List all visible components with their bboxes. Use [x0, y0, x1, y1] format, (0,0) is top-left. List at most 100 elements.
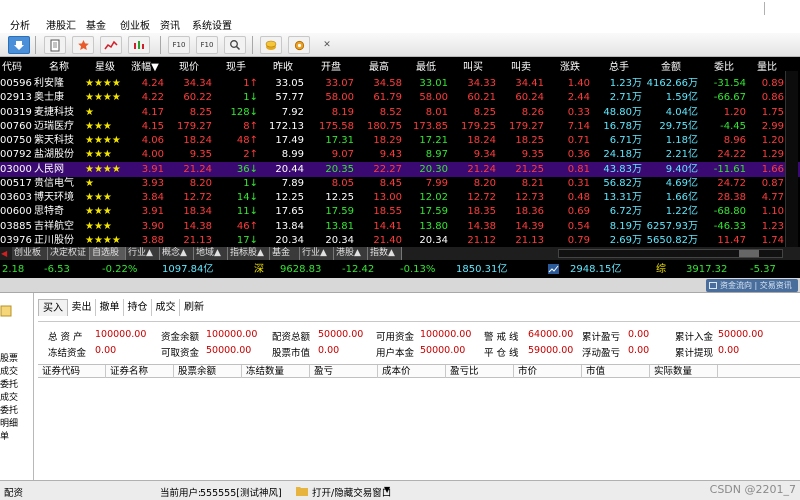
col-open-header[interactable]: 开盘 [308, 60, 354, 75]
nav-item[interactable]: 股票 [0, 351, 18, 364]
col-header[interactable]: 证券名称 [106, 365, 174, 378]
col-change-header[interactable]: 涨跌 [550, 60, 590, 75]
candle-chart-icon[interactable] [128, 36, 150, 54]
sheet-tab[interactable]: 决定权证 [48, 247, 90, 260]
window-control[interactable] [764, 2, 786, 15]
col-prev-close-header[interactable]: 昨收 [262, 60, 304, 75]
menu-fund[interactable]: 基金 [86, 17, 106, 32]
col-ask-cell: 18.36 [515, 206, 544, 218]
quote-row[interactable]: 00596 利安隆 ★★★★ 4.24 34.34 1↑ 33.05 33.07 34.58 33… [0, 76, 800, 91]
magnifier-icon[interactable] [224, 36, 246, 54]
tab-refresh[interactable]: 刷新 [180, 299, 208, 316]
tab-sell[interactable]: 卖出 [68, 299, 96, 316]
col-price-cell: 9.35 [189, 149, 212, 161]
col-total-hands-header[interactable]: 总手 [596, 60, 642, 75]
col-header[interactable]: 冻结数量 [242, 365, 310, 378]
sheet-tab[interactable]: 行业▲ [126, 247, 160, 260]
col-stars-header[interactable]: 星级 [85, 60, 125, 75]
current-user-value: 555555[测试神风] [200, 488, 282, 499]
sheet-tab[interactable]: 概念▲ [160, 247, 194, 260]
menu-news[interactable]: 资讯 [160, 17, 180, 32]
col-low-header[interactable]: 最低 [404, 60, 448, 75]
positions-table-body[interactable] [38, 379, 800, 480]
menu-chinext[interactable]: 创业板 [120, 17, 150, 32]
col-header[interactable]: 市价 [514, 365, 582, 378]
col-code-cell: 03976 [0, 234, 32, 246]
tab-positions[interactable]: 持仓 [124, 299, 152, 316]
col-change-pct-header[interactable]: 涨幅▼ [126, 60, 164, 75]
col-header[interactable]: 市值 [582, 365, 650, 378]
tab-scroll-left-icon[interactable]: ◀ [1, 247, 7, 260]
quote-row[interactable]: 03603 博天环境 ★★★ 3.84 12.72 14↓ 12.25 12.25 13.00 1… [0, 190, 800, 205]
nav-item[interactable]: 委托 [0, 377, 18, 390]
col-low-cell: 33.01 [419, 78, 448, 89]
nav-item[interactable]: 明细 [0, 416, 18, 429]
sheet-tab[interactable]: 地域▲ [194, 247, 228, 260]
grid-horizontal-scrollbar[interactable] [558, 249, 783, 258]
nav-item[interactable]: 委托 [0, 403, 18, 416]
col-header[interactable]: 证券代码 [38, 365, 106, 378]
quote-row[interactable]: 03976 正川股份 ★★★★ 3.88 21.13 17↓ 20.34 20.34 21.40… [0, 233, 800, 247]
col-code-header[interactable]: 代码 [0, 60, 24, 75]
col-header[interactable]: 盈亏比 [446, 365, 514, 378]
chevron-down-icon[interactable]: ▼ [384, 485, 390, 494]
gear-icon[interactable] [288, 36, 310, 54]
col-header[interactable]: 盈亏 [310, 365, 378, 378]
sheet-tab[interactable]: 指数▲ [368, 247, 402, 260]
tab-buy[interactable]: 买入 [38, 299, 68, 316]
account-label: 可取资金 [161, 348, 200, 359]
quote-row[interactable]: 00319 麦捷科技 ★ 4.17 8.25 128↓ 7.92 8.19 8.52 8.01 8.… [0, 105, 800, 120]
col-bid-header[interactable]: 叫买 [450, 60, 496, 75]
sheet-tab[interactable]: 港股▲ [334, 247, 368, 260]
col-header[interactable]: 股票余额 [174, 365, 242, 378]
quote-row[interactable]: 03885 吉祥航空 ★★★ 3.90 14.38 46↑ 13.84 13.81 14.41 1… [0, 219, 800, 234]
coins-icon[interactable] [260, 36, 282, 54]
col-high-header[interactable]: 最高 [356, 60, 402, 75]
col-prev-close-cell: 57.77 [275, 92, 304, 104]
down-arrow-icon[interactable] [8, 36, 30, 54]
menu-analysis[interactable]: 分析 [10, 17, 30, 32]
panel-info-pill[interactable]: 资金流向 | 交易资讯 [706, 279, 798, 292]
f10-icon[interactable]: F10 [168, 36, 190, 54]
col-header[interactable]: 实际数量 [650, 365, 718, 378]
sheet-tab[interactable]: 自选股 [90, 247, 126, 260]
notebook-icon[interactable] [44, 36, 66, 54]
col-open-cell: 58.00 [325, 92, 354, 104]
col-prev-close-cell: 17.65 [275, 206, 304, 218]
quote-row[interactable]: 00792 盐湖股份 ★★★ 4.00 9.35 2↑ 8.99 9.07 9.43 8.97 9.… [0, 147, 800, 162]
quote-row[interactable]: 00600 思特奇 ★★★ 3.91 18.34 11↓ 17.65 17.59 18.55 17… [0, 204, 800, 219]
col-high-cell: 34.58 [373, 78, 402, 89]
col-volume-ratio-header[interactable]: 量比 [750, 60, 784, 75]
f10-alt-icon[interactable]: F10 [196, 36, 218, 54]
sheet-tab[interactable]: 行业▲ [300, 247, 334, 260]
quote-row[interactable]: 02913 奥士康 ★★★★ 4.22 60.22 1↓ 57.77 58.00 61.79 58… [0, 90, 800, 105]
col-hand-header[interactable]: 现手 [214, 60, 258, 75]
grid-vertical-scrollbar[interactable] [785, 71, 798, 247]
col-price-header[interactable]: 现价 [166, 60, 212, 75]
nav-item[interactable]: 成交 [0, 364, 18, 377]
tab-cancel-order[interactable]: 撤单 [96, 299, 124, 316]
col-weibi-header[interactable]: 委比 [702, 60, 746, 75]
col-amount-cell: 4.69亿 [665, 177, 698, 189]
col-amount-header[interactable]: 金额 [644, 60, 698, 75]
quote-row[interactable]: 00517 贵信电气 ★ 3.93 8.20 1↓ 7.89 8.05 8.45 7.99 8.20… [0, 176, 800, 191]
col-change-pct-cell: 4.00 [141, 149, 164, 161]
toggle-trade-window-button[interactable]: 打开/隐藏交易窗口 [312, 485, 391, 499]
sheet-tab[interactable]: 创业板 [12, 247, 48, 260]
col-ask-header[interactable]: 叫卖 [498, 60, 544, 75]
menu-system-settings[interactable]: 系统设置 [192, 17, 232, 32]
nav-item[interactable]: 成交 [0, 390, 18, 403]
nav-item[interactable]: 单 [0, 429, 9, 442]
col-name-header[interactable]: 名称 [34, 60, 84, 75]
quote-row[interactable]: 00750 紫天科技 ★★★★ 4.06 18.24 48↑ 17.49 17.31 18.29… [0, 133, 800, 148]
col-header[interactable]: 成本价 [378, 365, 446, 378]
sheet-tab[interactable]: 指标股▲ [228, 247, 270, 260]
star-chart-icon[interactable] [72, 36, 94, 54]
tab-trades[interactable]: 成交 [152, 299, 180, 316]
line-chart-icon[interactable] [100, 36, 122, 54]
menu-hk-stocks[interactable]: 港股汇 [46, 17, 76, 32]
quote-row[interactable]: 00760 迈瑞医疗 ★★★ 4.15 179.27 8↑ 172.13 175.58 180.… [0, 119, 800, 134]
close-icon[interactable]: ✕ [316, 36, 338, 54]
quote-row[interactable]: 03000 人民网 ★★★★ 3.91 21.24 36↓ 20.44 20.35 22.27 2… [0, 161, 800, 177]
sheet-tab[interactable]: 基金 [270, 247, 300, 260]
